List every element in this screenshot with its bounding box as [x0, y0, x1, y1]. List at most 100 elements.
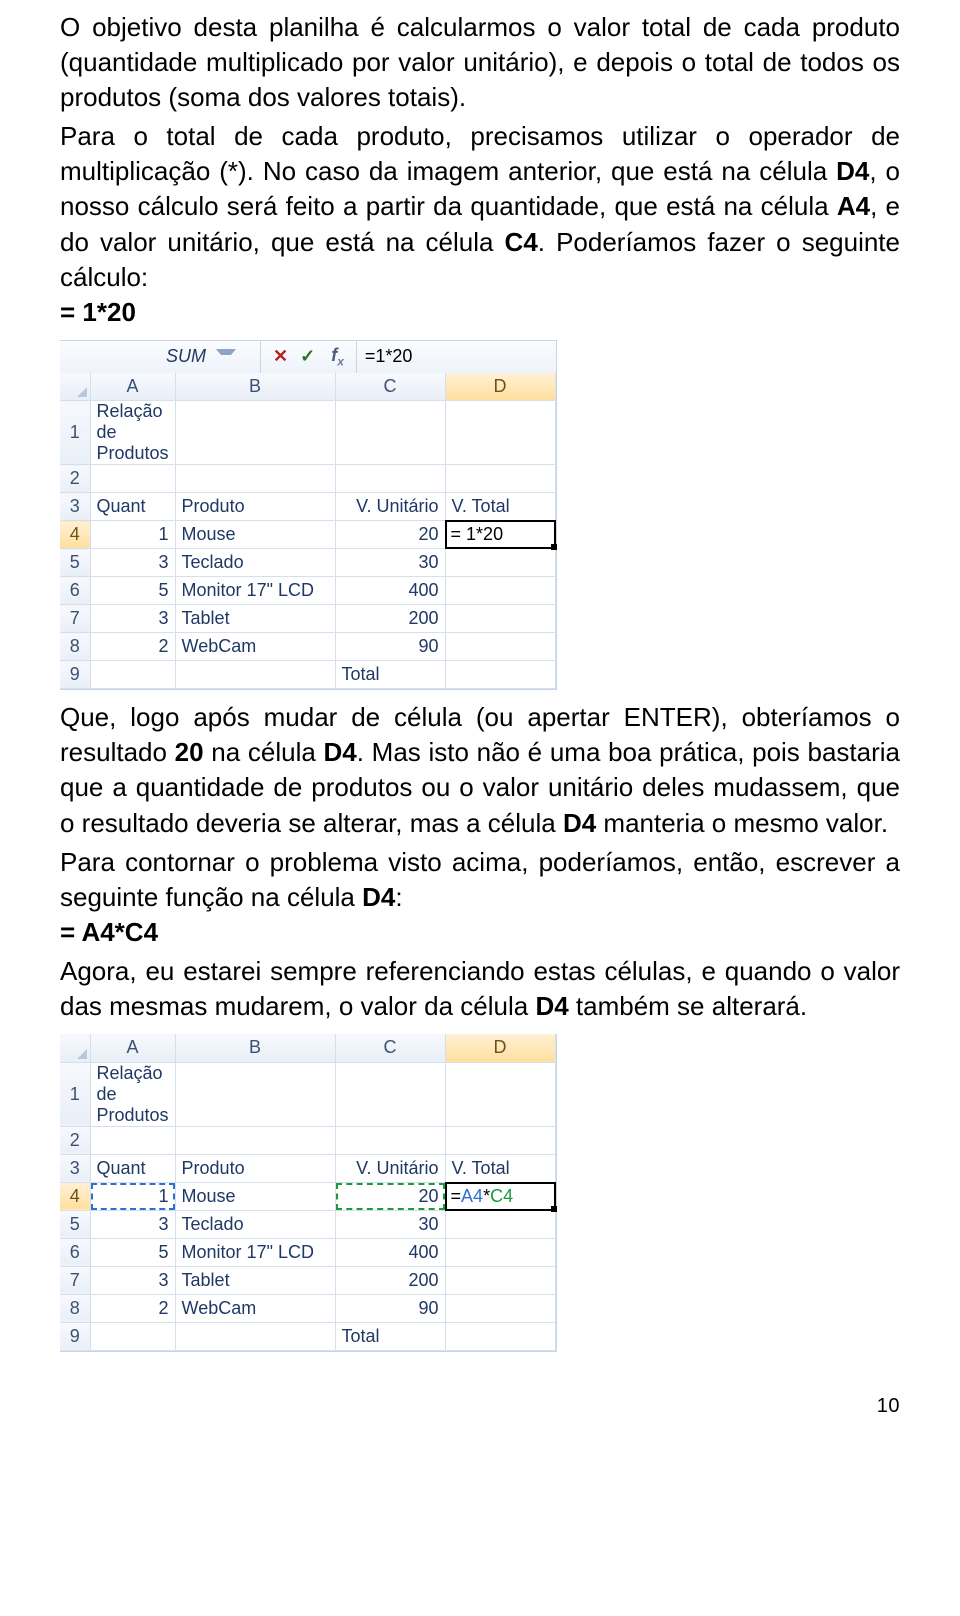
- col-header-A[interactable]: A: [90, 1034, 175, 1062]
- cell[interactable]: [90, 465, 175, 493]
- cell[interactable]: [175, 465, 335, 493]
- cell[interactable]: [445, 661, 555, 689]
- row-header[interactable]: 2: [60, 465, 90, 493]
- row-header[interactable]: 6: [60, 1238, 90, 1266]
- fx-icon[interactable]: fx: [331, 345, 344, 369]
- cell[interactable]: Quant: [90, 493, 175, 521]
- name-box[interactable]: SUM: [60, 341, 261, 373]
- cell[interactable]: WebCam: [175, 633, 335, 661]
- col-header-C[interactable]: C: [335, 1034, 445, 1062]
- select-all-corner[interactable]: [60, 1034, 90, 1062]
- cell[interactable]: 2: [90, 1294, 175, 1322]
- cell[interactable]: WebCam: [175, 1294, 335, 1322]
- col-header-D[interactable]: D: [445, 1034, 555, 1062]
- cell[interactable]: [175, 401, 335, 465]
- col-header-A[interactable]: A: [90, 373, 175, 401]
- row-header[interactable]: 3: [60, 493, 90, 521]
- cell[interactable]: 3: [90, 549, 175, 577]
- cell[interactable]: V. Unitário: [335, 1154, 445, 1182]
- cell[interactable]: [445, 1266, 555, 1294]
- cell[interactable]: 200: [335, 605, 445, 633]
- row-header[interactable]: 1: [60, 1062, 90, 1126]
- cell[interactable]: 2: [90, 633, 175, 661]
- row-header[interactable]: 7: [60, 1266, 90, 1294]
- cell[interactable]: [445, 1294, 555, 1322]
- cell[interactable]: 1: [90, 521, 175, 549]
- cell[interactable]: 3: [90, 1210, 175, 1238]
- cell[interactable]: [335, 1062, 445, 1126]
- cell[interactable]: Monitor 17" LCD: [175, 577, 335, 605]
- cell[interactable]: 90: [335, 633, 445, 661]
- row-header[interactable]: 9: [60, 1322, 90, 1350]
- cell[interactable]: 30: [335, 1210, 445, 1238]
- row-header[interactable]: 3: [60, 1154, 90, 1182]
- row-header[interactable]: 7: [60, 605, 90, 633]
- cell[interactable]: Produto: [175, 1154, 335, 1182]
- cell[interactable]: [445, 401, 555, 465]
- cell[interactable]: Tablet: [175, 1266, 335, 1294]
- cell[interactable]: [445, 633, 555, 661]
- cell[interactable]: Monitor 17" LCD: [175, 1238, 335, 1266]
- cell[interactable]: [335, 465, 445, 493]
- cell[interactable]: [175, 1126, 335, 1154]
- cell-c4-referenced[interactable]: 20: [335, 1182, 445, 1210]
- cell[interactable]: Relação de Produtos: [90, 1062, 175, 1126]
- cell[interactable]: Teclado: [175, 1210, 335, 1238]
- cell[interactable]: [445, 1126, 555, 1154]
- cell[interactable]: [175, 1322, 335, 1350]
- cell[interactable]: [335, 1126, 445, 1154]
- cell[interactable]: 200: [335, 1266, 445, 1294]
- cell[interactable]: Total: [335, 1322, 445, 1350]
- cell[interactable]: [445, 1322, 555, 1350]
- active-cell-d4[interactable]: = A4*C4: [445, 1182, 555, 1210]
- col-header-B[interactable]: B: [175, 1034, 335, 1062]
- col-header-B[interactable]: B: [175, 373, 335, 401]
- row-header[interactable]: 5: [60, 549, 90, 577]
- cell[interactable]: Teclado: [175, 549, 335, 577]
- cell[interactable]: 400: [335, 577, 445, 605]
- cell[interactable]: [90, 661, 175, 689]
- spreadsheet-grid[interactable]: A B C D 1 Relação de Produtos 2 3 Quant …: [60, 1034, 556, 1351]
- confirm-icon[interactable]: ✓: [300, 346, 315, 367]
- cell-a4-referenced[interactable]: 1: [90, 1182, 175, 1210]
- cell[interactable]: 20: [335, 521, 445, 549]
- cell[interactable]: 90: [335, 1294, 445, 1322]
- row-header[interactable]: 1: [60, 401, 90, 465]
- cell[interactable]: 30: [335, 549, 445, 577]
- cell[interactable]: V. Total: [445, 1154, 555, 1182]
- row-header[interactable]: 9: [60, 661, 90, 689]
- cell[interactable]: Quant: [90, 1154, 175, 1182]
- cell[interactable]: Mouse: [175, 521, 335, 549]
- cell[interactable]: 3: [90, 605, 175, 633]
- dropdown-icon[interactable]: [216, 349, 236, 365]
- row-header[interactable]: 4: [60, 1182, 90, 1210]
- cell[interactable]: [90, 1126, 175, 1154]
- cell[interactable]: [445, 549, 555, 577]
- formula-bar-value[interactable]: =1*20: [357, 346, 421, 367]
- cell[interactable]: 3: [90, 1266, 175, 1294]
- cell[interactable]: Produto: [175, 493, 335, 521]
- cell[interactable]: [175, 1062, 335, 1126]
- col-header-C[interactable]: C: [335, 373, 445, 401]
- row-header[interactable]: 5: [60, 1210, 90, 1238]
- select-all-corner[interactable]: [60, 373, 90, 401]
- cell[interactable]: V. Unitário: [335, 493, 445, 521]
- cell[interactable]: [175, 661, 335, 689]
- cell[interactable]: V. Total: [445, 493, 555, 521]
- cell[interactable]: [445, 605, 555, 633]
- row-header[interactable]: 8: [60, 1294, 90, 1322]
- cell[interactable]: Total: [335, 661, 445, 689]
- cell[interactable]: Mouse: [175, 1182, 335, 1210]
- cell[interactable]: 5: [90, 577, 175, 605]
- cell[interactable]: [445, 1238, 555, 1266]
- cell[interactable]: [445, 577, 555, 605]
- cell[interactable]: Relação de Produtos: [90, 401, 175, 465]
- cancel-icon[interactable]: ✕: [273, 346, 288, 367]
- row-header[interactable]: 2: [60, 1126, 90, 1154]
- cell[interactable]: 400: [335, 1238, 445, 1266]
- row-header[interactable]: 4: [60, 521, 90, 549]
- active-cell-d4[interactable]: = 1*20: [445, 521, 555, 549]
- cell[interactable]: [445, 1062, 555, 1126]
- row-header[interactable]: 6: [60, 577, 90, 605]
- cell[interactable]: [90, 1322, 175, 1350]
